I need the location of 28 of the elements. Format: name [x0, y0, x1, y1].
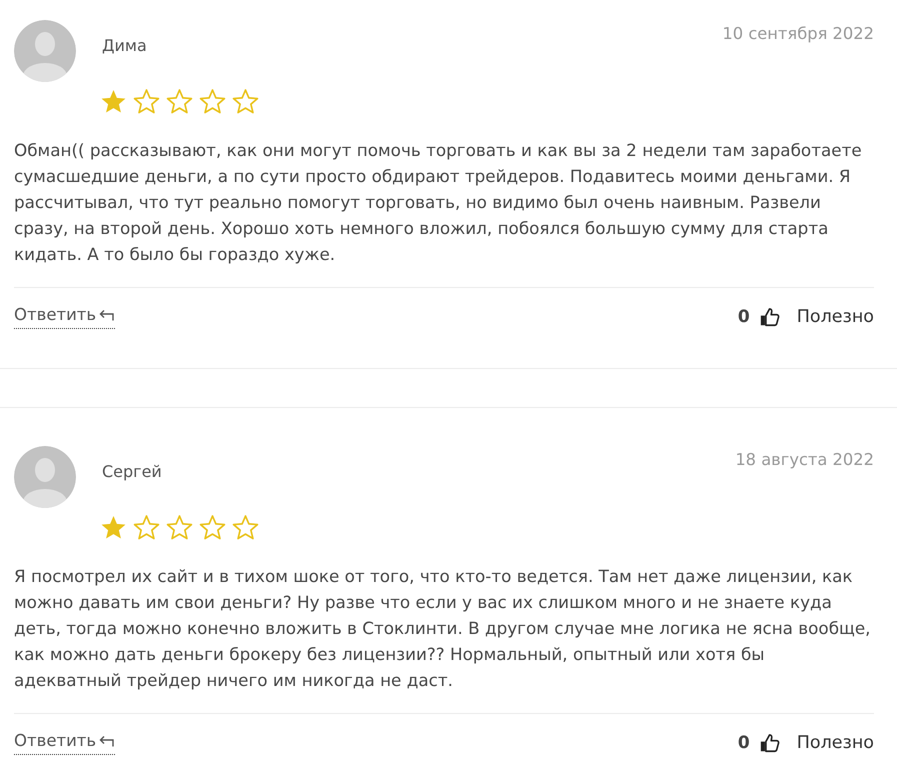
empty-star-icon: [166, 88, 193, 115]
empty-star-icon: [199, 88, 226, 115]
filled-star-icon: [100, 514, 127, 541]
review-text: Я посмотрел их сайт и в тихом шоке от того, что кто-то ведется. Там нет даже лицензии, как можно давать им свои деньги? Ну разве что если у вас их слишком много и не знаете куда деть, тогда можно конечно вложить в Стоклинти. В другом случае мне логика не ясна вообще, как можно дать деньги брокеру без лицензии?? Нормальный, опытный или хотя бы адекватный трейдер ничего им никогда не даст.: [14, 565, 872, 692]
helpful-button[interactable]: Полезно: [758, 732, 874, 754]
reply-link[interactable]: Ответить: [14, 731, 116, 755]
user-silhouette-icon: [14, 446, 76, 508]
empty-star-icon: [199, 514, 226, 541]
author-name: Сергей: [102, 462, 163, 482]
reply-arrow-icon: [99, 309, 116, 321]
review-date: 10 сентября 2022: [722, 23, 874, 44]
review-date: 18 августа 2022: [735, 449, 874, 470]
empty-star-icon: [133, 88, 160, 115]
likes-count: 0: [738, 307, 750, 327]
empty-star-icon: [232, 514, 259, 541]
user-silhouette-icon: [14, 20, 76, 82]
reply-arrow-icon: [99, 735, 116, 747]
reply-link[interactable]: Ответить: [14, 305, 116, 329]
thumbs-up-icon: [758, 732, 781, 754]
thumbs-up-icon: [758, 306, 781, 328]
empty-star-icon: [133, 514, 160, 541]
helpful-button[interactable]: Полезно: [758, 306, 874, 328]
likes-count: 0: [738, 733, 750, 753]
filled-star-icon: [100, 88, 127, 115]
review-text: Обман(( рассказывают, как они могут помочь торговать и как вы за 2 недели там заработаете сумасшедшие деньги, а по сути просто обдирают трейдеров. Подавитесь моими деньгами. Я рассчитывал, что тут реально помогут торговать, но видимо был очень наивным. Развели сразу, на второй день. Хорошо хоть немного вложил, побоялся большую сумму для старта кидать. А то было бы гораздо хуже.: [14, 139, 863, 266]
empty-star-icon: [166, 514, 193, 541]
empty-star-icon: [232, 88, 259, 115]
author-name: Дима: [102, 36, 148, 56]
